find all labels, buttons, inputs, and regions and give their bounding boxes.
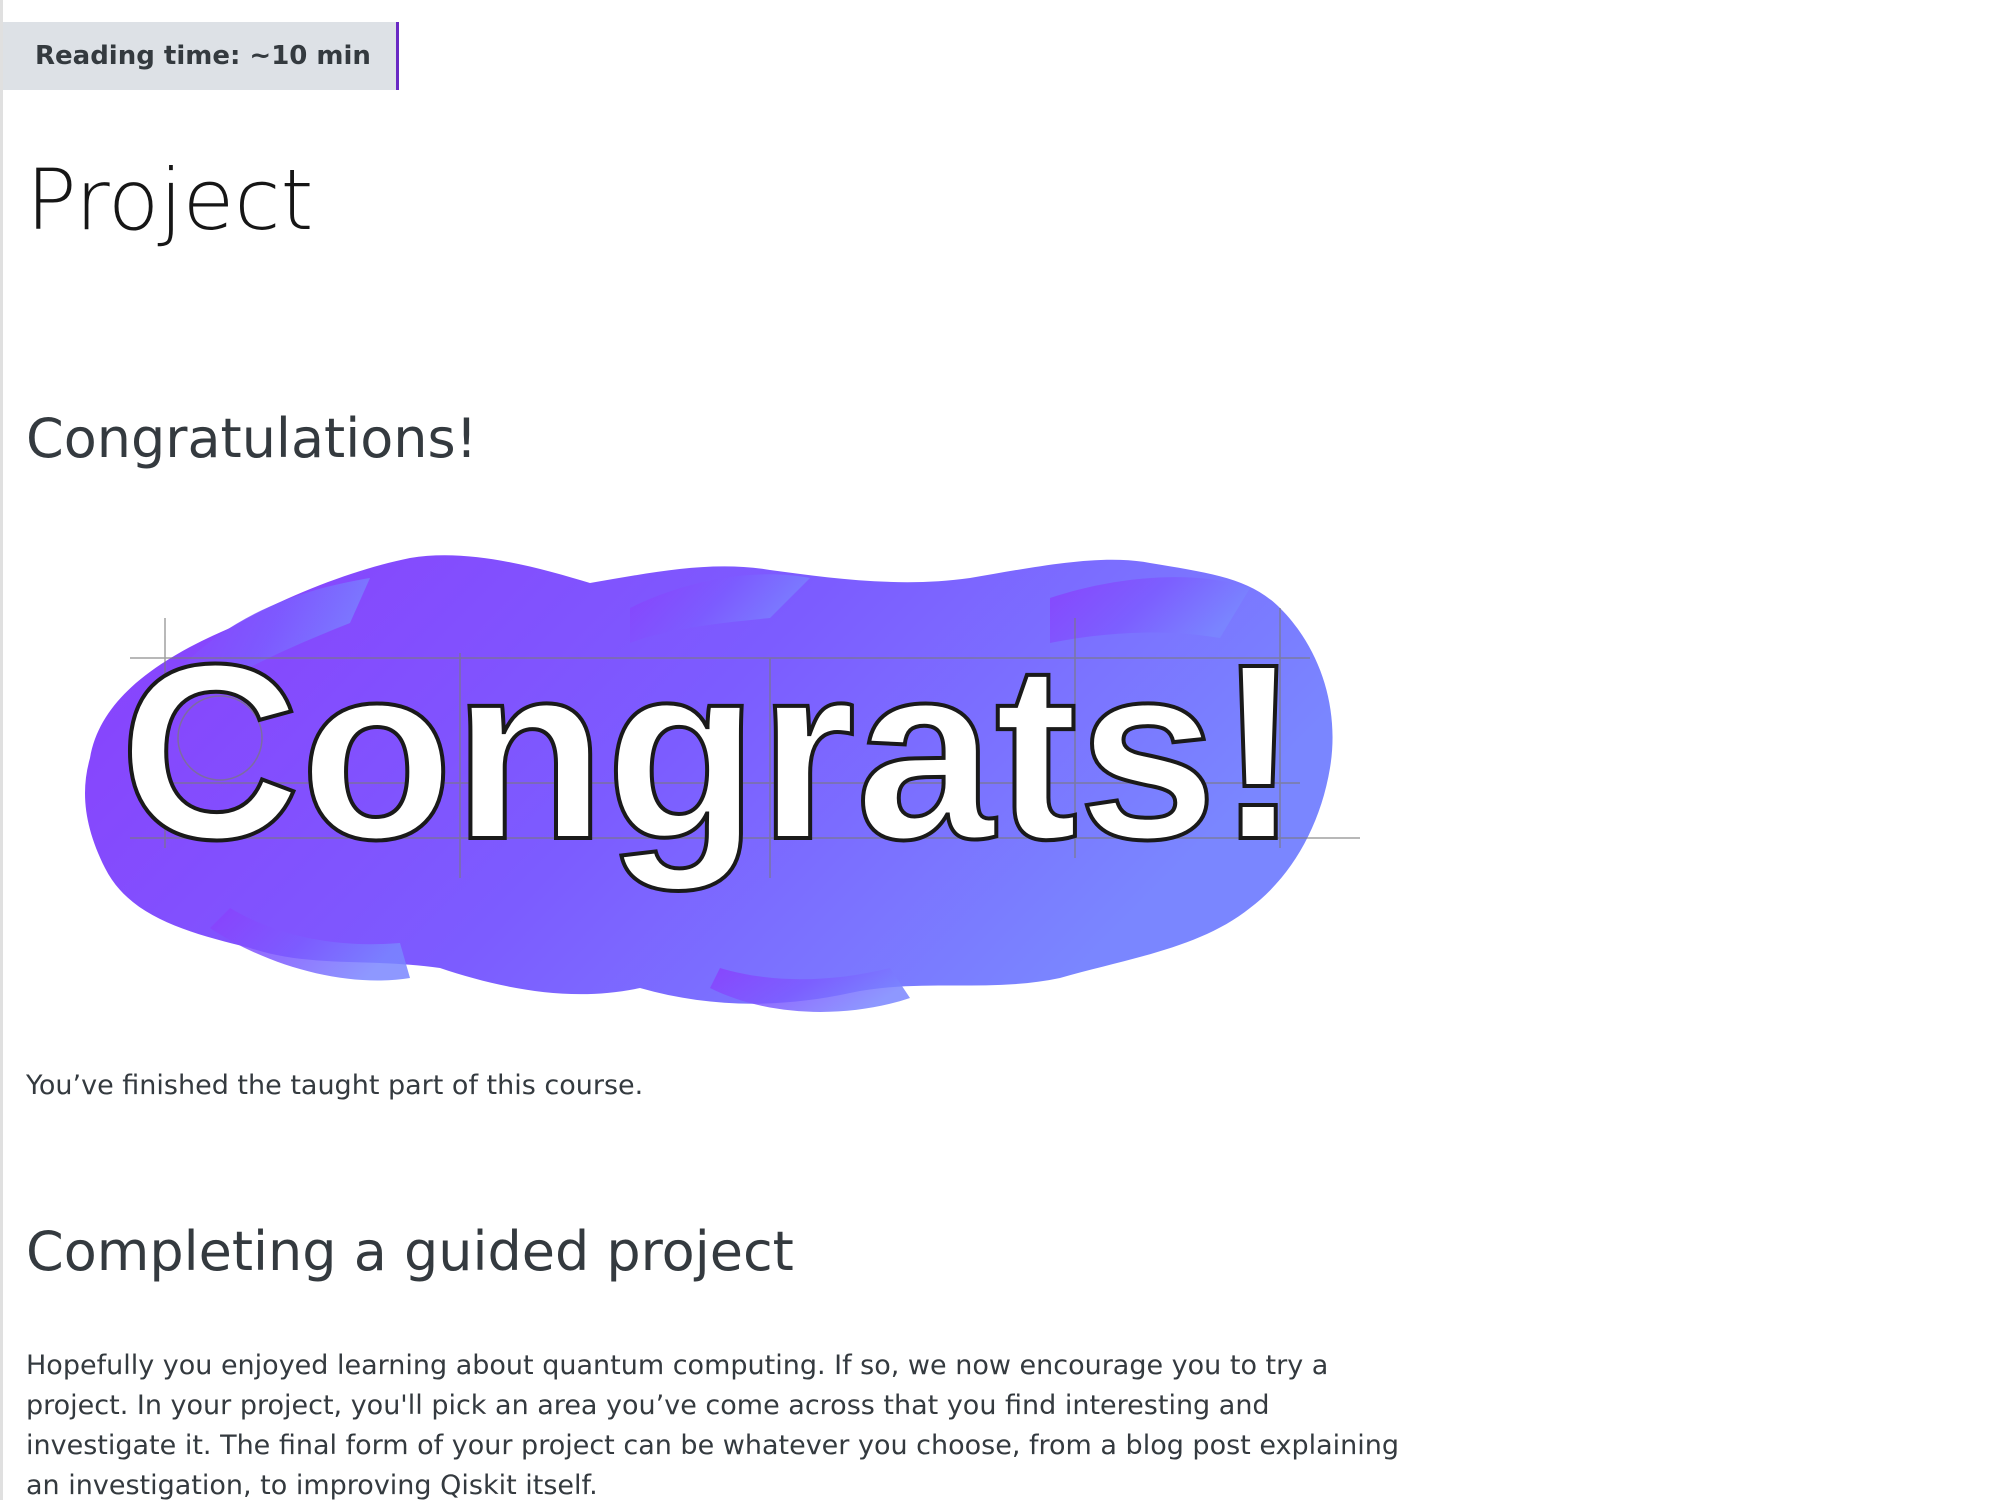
congrats-illustration-svg: Congrats!	[85, 555, 1360, 1012]
congrats-lettering: Congrats!	[120, 612, 1301, 891]
guided-project-text: Hopefully you enjoyed learning about qua…	[26, 1350, 1399, 1500]
congrats-illustration: Congrats!	[70, 548, 1370, 1028]
congratulations-heading: Congratulations!	[26, 407, 478, 470]
left-border-rule	[0, 0, 3, 1500]
guided-project-heading: Completing a guided project	[26, 1220, 794, 1283]
page-title: Project	[26, 151, 314, 249]
reading-time-label: Reading time: ~10 min	[35, 41, 371, 71]
finished-course-text: You’ve finished the taught part of this …	[26, 1070, 644, 1101]
reading-time-badge: Reading time: ~10 min	[3, 22, 399, 90]
